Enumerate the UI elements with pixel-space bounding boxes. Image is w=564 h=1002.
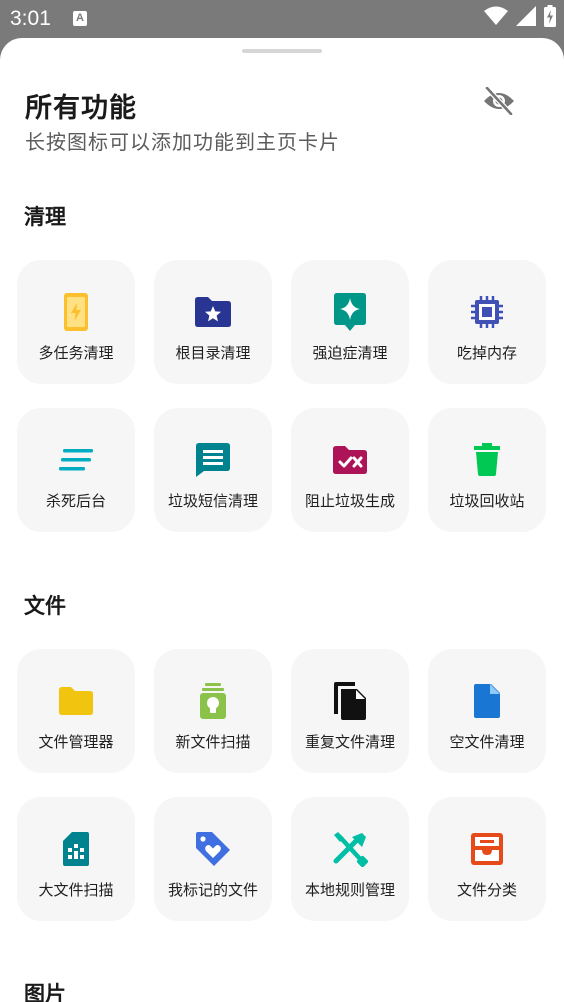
tile-label: 强迫症清理 — [312, 344, 388, 362]
tile-kill-background[interactable]: 杀死后台 — [17, 408, 135, 532]
tile-label: 吃掉内存 — [456, 344, 517, 362]
tile-label: 空文件清理 — [449, 733, 525, 751]
files-grid: 文件管理器 新文件扫描 重复文件清理 空文件清理 大文件扫描 我标记的文件 本地… — [17, 649, 547, 921]
tile-duplicate-file-clean[interactable]: 重复文件清理 — [291, 649, 409, 773]
all-features-sheet: 所有功能 长按图标可以添加功能到主页卡片 清理 多任务清理 根目录清理 强迫症清… — [0, 38, 564, 1002]
page-title: 所有功能 — [25, 93, 137, 124]
copy-file-icon — [330, 681, 370, 721]
tile-empty-file-clean[interactable]: 空文件清理 — [428, 649, 546, 773]
section-title-clean: 清理 — [24, 205, 66, 229]
message-icon — [193, 440, 233, 480]
section-title-files: 文件 — [24, 594, 66, 618]
tile-multitask-clean[interactable]: 多任务清理 — [17, 260, 135, 384]
tile-label: 文件管理器 — [38, 733, 114, 751]
signal-icon — [516, 6, 536, 30]
tools-icon — [330, 829, 370, 869]
tile-large-file-scan[interactable]: 大文件扫描 — [17, 797, 135, 921]
tile-label: 多任务清理 — [38, 344, 114, 362]
tile-label: 大文件扫描 — [38, 881, 114, 899]
folder-icon — [56, 681, 96, 721]
bulb-stack-icon — [193, 681, 233, 721]
visibility-toggle-button[interactable] — [480, 86, 518, 120]
tile-file-manager[interactable]: 文件管理器 — [17, 649, 135, 773]
tile-label: 阻止垃圾生成 — [304, 492, 395, 510]
inbox-tray-icon — [467, 829, 507, 869]
tile-ocd-clean[interactable]: 强迫症清理 — [291, 260, 409, 384]
tile-root-dir-clean[interactable]: 根目录清理 — [154, 260, 272, 384]
page-subtitle: 长按图标可以添加功能到主页卡片 — [25, 130, 340, 154]
tile-block-junk[interactable]: 阻止垃圾生成 — [291, 408, 409, 532]
tile-label: 垃圾短信清理 — [167, 492, 258, 510]
tile-label: 新文件扫描 — [175, 733, 251, 751]
wifi-icon — [484, 5, 508, 31]
battery-icon — [544, 5, 556, 31]
tile-label: 本地规则管理 — [304, 881, 395, 899]
lines-icon — [56, 440, 96, 480]
tile-marked-files[interactable]: 我标记的文件 — [154, 797, 272, 921]
tile-recycle-bin[interactable]: 垃圾回收站 — [428, 408, 546, 532]
sparkle-badge-icon — [330, 292, 370, 332]
tile-label: 重复文件清理 — [304, 733, 395, 751]
clean-grid: 多任务清理 根目录清理 强迫症清理 吃掉内存 杀死后台 垃圾短信清理 阻止垃圾生… — [17, 260, 547, 532]
status-icons — [484, 5, 556, 31]
status-time: 3:01 — [10, 7, 51, 30]
phone-charging-icon — [56, 292, 96, 332]
tile-label: 文件分类 — [456, 881, 517, 899]
folder-star-icon — [193, 292, 233, 332]
status-bar: 3:01 A — [0, 0, 564, 38]
drag-handle[interactable] — [242, 49, 322, 53]
tag-heart-icon — [193, 829, 233, 869]
trash-icon — [467, 440, 507, 480]
tile-new-file-scan[interactable]: 新文件扫描 — [154, 649, 272, 773]
file-icon — [467, 681, 507, 721]
folder-block-icon — [330, 440, 370, 480]
tile-label: 我标记的文件 — [167, 881, 258, 899]
chip-icon — [467, 292, 507, 332]
eye-off-icon — [482, 86, 516, 119]
tile-local-rules[interactable]: 本地规则管理 — [291, 797, 409, 921]
tile-spam-sms-clean[interactable]: 垃圾短信清理 — [154, 408, 272, 532]
section-title-images: 图片 — [24, 982, 66, 1002]
notification-a-icon: A — [73, 11, 87, 26]
tile-eat-memory[interactable]: 吃掉内存 — [428, 260, 546, 384]
tile-label: 根目录清理 — [175, 344, 251, 362]
tile-file-categories[interactable]: 文件分类 — [428, 797, 546, 921]
tile-label: 垃圾回收站 — [449, 492, 525, 510]
sd-card-icon — [56, 829, 96, 869]
tile-label: 杀死后台 — [45, 492, 106, 510]
